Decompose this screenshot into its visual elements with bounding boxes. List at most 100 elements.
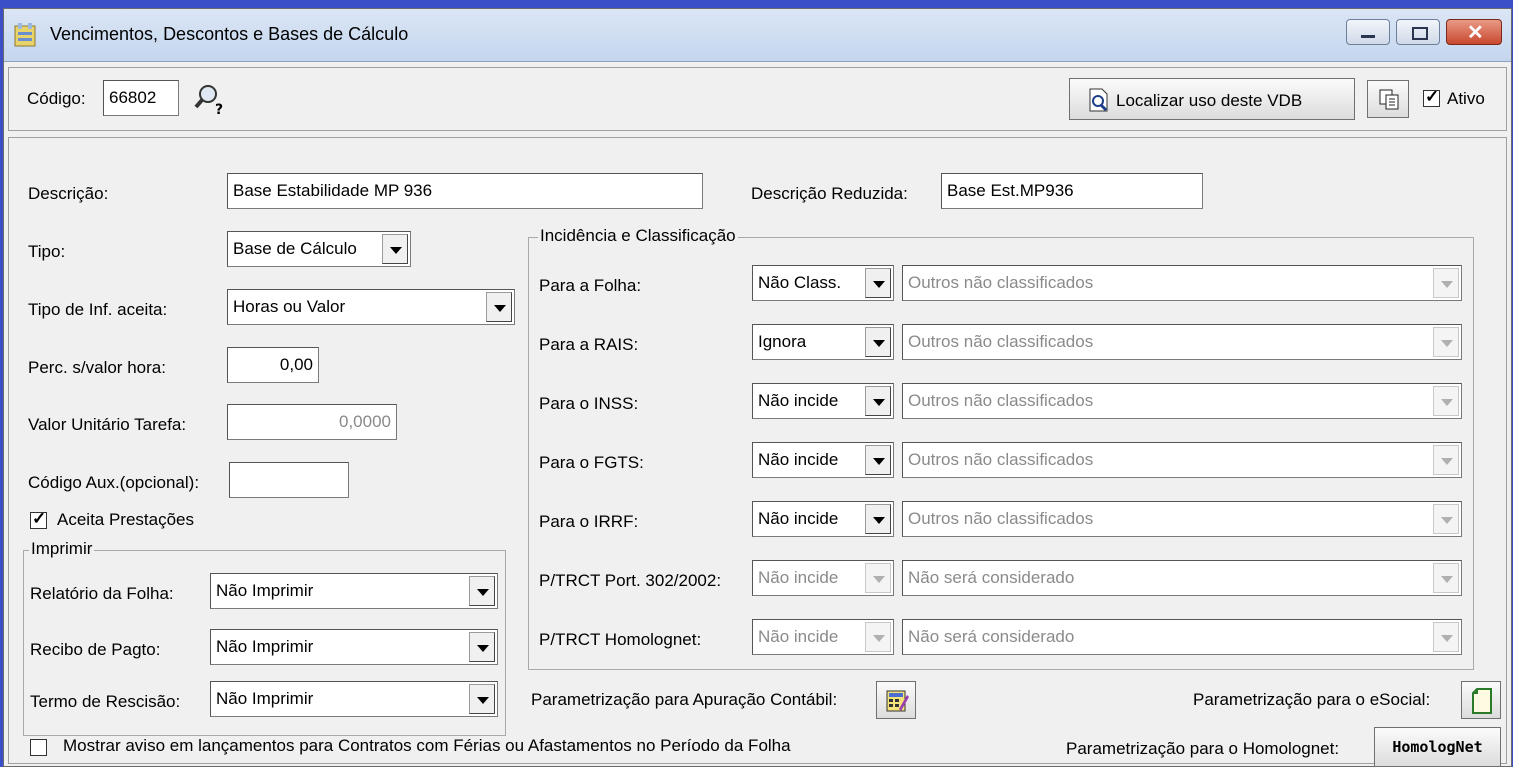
close-icon: ✕ — [1467, 22, 1484, 44]
descricao-reduzida-input[interactable]: Base Est.MP936 — [941, 173, 1203, 209]
para-fgts-select[interactable]: Não incide — [752, 442, 894, 478]
descricao-reduzida-label: Descrição Reduzida: — [751, 184, 908, 203]
tipo-inf-label: Tipo de Inf. aceita: — [28, 300, 168, 319]
trct-port-label: P/TRCT Port. 302/2002: — [539, 571, 722, 590]
para-rais-select[interactable]: Ignora — [752, 324, 894, 360]
codigo-label: Código: — [27, 89, 86, 108]
close-button[interactable]: ✕ — [1446, 19, 1502, 45]
localizar-uso-button[interactable]: Localizar uso deste VDB — [1069, 78, 1355, 120]
termo-rescisao-label: Termo de Rescisão: — [30, 692, 181, 711]
chevron-down-icon[interactable] — [865, 327, 891, 357]
para-folha-class-select[interactable]: Outros não classificados — [902, 265, 1462, 301]
codigo-input[interactable]: 66802 — [103, 80, 179, 116]
chevron-down-icon[interactable] — [469, 632, 495, 662]
para-folha-select[interactable]: Não Class. — [752, 265, 894, 301]
relatorio-folha-value: Não Imprimir — [216, 581, 314, 600]
chevron-down-icon[interactable] — [865, 386, 891, 416]
window-title: Vencimentos, Descontos e Bases de Cálcul… — [50, 24, 409, 44]
header-panel: Código: 66802 ? Localizar uso deste VDB — [8, 67, 1507, 131]
para-inss-class-select[interactable]: Outros não classificados — [902, 383, 1462, 419]
imprimir-legend: Imprimir — [29, 539, 95, 559]
homolognet-label: Parametrização para o Homolognet: — [1066, 739, 1340, 758]
trct-homolognet-class-value: Não será considerado — [908, 627, 1075, 646]
trct-homolognet-label: P/TRCT Homolognet: — [539, 630, 702, 649]
contabil-button[interactable] — [876, 681, 916, 719]
para-fgts-value: Não incide — [758, 450, 839, 469]
perc-input[interactable]: 0,00 — [227, 347, 319, 383]
valor-unitario-label: Valor Unitário Tarefa: — [28, 415, 187, 434]
chevron-down-icon[interactable] — [865, 445, 891, 475]
trct-homolognet-value: Não incide — [758, 627, 839, 646]
svg-text:?: ? — [215, 102, 223, 116]
chevron-down-icon[interactable] — [865, 504, 891, 534]
para-irrf-value: Não incide — [758, 509, 839, 528]
chevron-down-icon[interactable] — [1433, 327, 1459, 357]
vdb-window: Vencimentos, Descontos e Bases de Cálcul… — [3, 8, 1512, 767]
contabil-label: Parametrização para Apuração Contábil: — [531, 690, 838, 709]
maximize-button[interactable] — [1396, 19, 1440, 45]
descricao-input[interactable]: Base Estabilidade MP 936 — [227, 173, 703, 209]
chevron-down-icon[interactable] — [469, 576, 495, 606]
copy-icon — [1378, 88, 1400, 115]
aviso-checkbox[interactable] — [30, 739, 47, 756]
chevron-down-icon[interactable] — [1433, 445, 1459, 475]
relatorio-folha-label: Relatório da Folha: — [30, 584, 174, 603]
aviso-label: Mostrar aviso em lançamentos para Contra… — [63, 736, 791, 755]
tipo-inf-value: Horas ou Valor — [233, 297, 346, 316]
maximize-icon — [1412, 27, 1428, 40]
chevron-down-icon[interactable] — [469, 684, 495, 714]
aceita-prestacoes-checkbox[interactable] — [30, 509, 47, 529]
ativo-checkbox[interactable] — [1423, 87, 1440, 107]
tipo-select[interactable]: Base de Cálculo — [227, 231, 411, 267]
homolognet-button[interactable]: HomologNet — [1374, 727, 1501, 767]
find-document-icon — [1088, 88, 1110, 117]
para-irrf-class-select[interactable]: Outros não classificados — [902, 501, 1462, 537]
chevron-down-icon[interactable] — [865, 268, 891, 298]
para-irrf-class-value: Outros não classificados — [908, 509, 1094, 528]
recibo-pagto-select[interactable]: Não Imprimir — [210, 629, 498, 665]
copy-button[interactable] — [1367, 80, 1409, 118]
chevron-down-icon[interactable] — [865, 563, 891, 593]
para-rais-class-select[interactable]: Outros não classificados — [902, 324, 1462, 360]
para-inss-select[interactable]: Não incide — [752, 383, 894, 419]
trct-port-select[interactable]: Não incide — [752, 560, 894, 596]
relatorio-folha-select[interactable]: Não Imprimir — [210, 573, 498, 609]
chevron-down-icon[interactable] — [1433, 386, 1459, 416]
document-icon — [1471, 688, 1493, 719]
chevron-down-icon[interactable] — [1433, 504, 1459, 534]
search-code-icon[interactable]: ? — [193, 82, 227, 121]
chevron-down-icon[interactable] — [1433, 268, 1459, 298]
para-fgts-class-select[interactable]: Outros não classificados — [902, 442, 1462, 478]
esocial-button[interactable] — [1461, 681, 1501, 719]
chevron-down-icon[interactable] — [382, 234, 408, 264]
tipo-inf-select[interactable]: Horas ou Valor — [227, 289, 515, 325]
chevron-down-icon[interactable] — [1433, 622, 1459, 652]
chevron-down-icon[interactable] — [865, 622, 891, 652]
termo-rescisao-select[interactable]: Não Imprimir — [210, 681, 498, 717]
para-inss-label: Para o INSS: — [539, 394, 639, 413]
para-inss-value: Não incide — [758, 391, 839, 410]
para-irrf-label: Para o IRRF: — [539, 512, 639, 531]
minimize-icon — [1361, 35, 1375, 38]
ativo-label: Ativo — [1447, 89, 1485, 108]
title-bar[interactable]: Vencimentos, Descontos e Bases de Cálcul… — [4, 9, 1511, 62]
codigo-aux-input[interactable] — [229, 462, 349, 498]
para-folha-class-value: Outros não classificados — [908, 273, 1094, 292]
para-irrf-select[interactable]: Não incide — [752, 501, 894, 537]
localizar-uso-label: Localizar uso deste VDB — [1116, 91, 1303, 110]
valor-unitario-input[interactable]: 0,0000 — [227, 404, 397, 440]
trct-homolognet-class-select[interactable]: Não será considerado — [902, 619, 1462, 655]
chevron-down-icon[interactable] — [486, 292, 512, 322]
recibo-pagto-value: Não Imprimir — [216, 637, 314, 656]
termo-rescisao-value: Não Imprimir — [216, 689, 314, 708]
app-icon — [14, 23, 36, 47]
tipo-label: Tipo: — [28, 242, 66, 261]
chevron-down-icon[interactable] — [1433, 563, 1459, 593]
aceita-prestacoes-label: Aceita Prestações — [57, 510, 195, 529]
trct-port-class-select[interactable]: Não será considerado — [902, 560, 1462, 596]
para-rais-label: Para a RAIS: — [539, 335, 639, 354]
trct-port-value: Não incide — [758, 568, 839, 587]
trct-homolognet-select[interactable]: Não incide — [752, 619, 894, 655]
calculator-icon — [885, 689, 909, 718]
minimize-button[interactable] — [1346, 19, 1390, 45]
